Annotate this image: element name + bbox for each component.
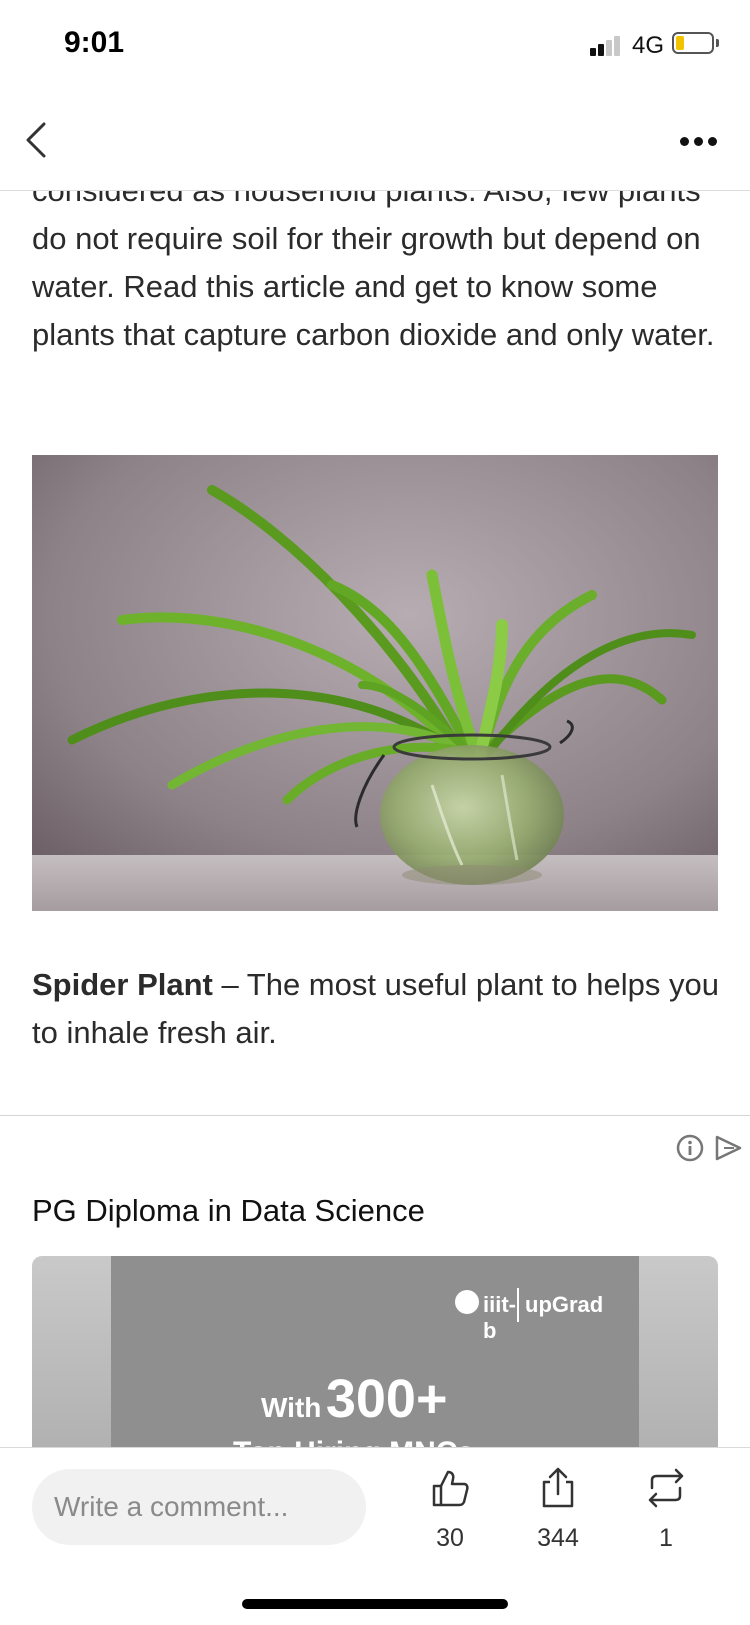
iiitb-logo-icon xyxy=(455,1290,479,1314)
like-button[interactable]: 30 xyxy=(410,1466,490,1566)
ad-info-button[interactable] xyxy=(676,1134,704,1162)
back-button[interactable] xyxy=(18,118,62,162)
image-caption: Spider Plant – The most useful plant to … xyxy=(32,961,722,1057)
thumbs-up-icon xyxy=(432,1470,469,1507)
more-options-button[interactable] xyxy=(670,132,726,152)
battery-level xyxy=(676,36,684,50)
repost-icon xyxy=(648,1468,684,1508)
spider-plant-image[interactable] xyxy=(32,455,718,911)
ad-choices-icon xyxy=(715,1135,742,1161)
ad-banner-image: iiit-b upGrad With 300+ Top Hiring MNCs xyxy=(111,1256,639,1447)
share-icon xyxy=(542,1467,574,1508)
like-count: 30 xyxy=(436,1524,464,1552)
chevron-left-icon xyxy=(26,122,46,158)
status-bar: 9:01 4G xyxy=(0,0,750,90)
bottom-action-bar: 30 344 1 xyxy=(0,1447,750,1625)
signal-strength-icon xyxy=(590,34,626,56)
spider-plant-photo-icon xyxy=(32,455,718,911)
section-divider xyxy=(0,1115,750,1116)
ad-brand-separator xyxy=(517,1288,519,1322)
comment-input[interactable] xyxy=(32,1469,366,1545)
ad-headline-number: 300+ xyxy=(325,1369,448,1429)
ad-title[interactable]: PG Diploma in Data Science xyxy=(32,1193,425,1229)
article-content[interactable]: considered as household plants. Also, fe… xyxy=(0,191,750,1447)
top-navigation-bar xyxy=(0,90,750,191)
ad-subline: Top Hiring MNCs xyxy=(233,1436,474,1447)
battery-tip xyxy=(716,39,719,47)
ad-choices-button[interactable] xyxy=(714,1134,744,1162)
more-dot xyxy=(708,137,717,146)
ad-brand-name: upGrad xyxy=(525,1292,604,1317)
repost-count: 1 xyxy=(659,1524,673,1552)
info-circle-icon xyxy=(676,1134,704,1162)
network-type: 4G xyxy=(632,32,665,59)
ad-banner[interactable]: iiit-b upGrad With 300+ Top Hiring MNCs xyxy=(32,1256,718,1447)
ad-brand-logo-text: iiit-b xyxy=(483,1292,516,1343)
ad-headline: With 300+ xyxy=(261,1368,447,1430)
share-count: 344 xyxy=(537,1524,579,1552)
home-indicator[interactable] xyxy=(242,1599,508,1609)
repost-button[interactable]: 1 xyxy=(626,1466,706,1566)
status-time: 9:01 xyxy=(64,26,125,59)
ad-headline-prefix: With xyxy=(261,1392,322,1423)
article-intro-paragraph: considered as household plants. Also, fe… xyxy=(32,191,715,352)
share-button[interactable]: 344 xyxy=(518,1466,598,1566)
battery-icon xyxy=(672,32,714,54)
more-dot xyxy=(680,137,689,146)
more-dot xyxy=(694,137,703,146)
caption-plant-name: Spider Plant xyxy=(32,967,213,1002)
